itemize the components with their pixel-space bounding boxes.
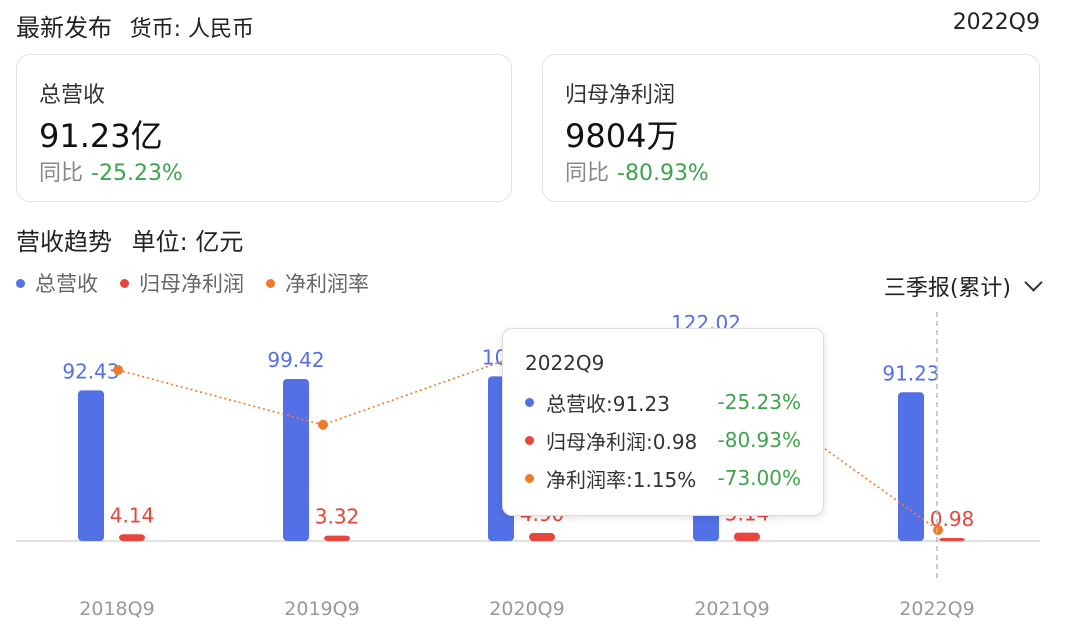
tooltip-net-profit-pct: -80.93% [717,428,801,452]
net-profit-card: 归母净利润 9804万 同比 -80.93% [542,54,1040,202]
report-period: 2022Q9 [952,10,1040,35]
revenue-yoy-value: -25.23% [91,161,183,186]
revenue-yoy-label: 同比 [39,161,84,186]
currency-label: 货币: 人民币 [129,17,255,42]
revenue-bar [898,392,924,541]
chevron-down-icon [1024,272,1043,292]
net-profit-bar [529,533,555,541]
net-profit-value: 9804万 [565,117,679,155]
revenue-yoy: 同比 -25.23% [39,155,183,187]
section-title: 营收趋势 单位: 亿元 [16,222,243,257]
section-title-text: 营收趋势 [16,228,112,256]
net-profit-yoy: 同比 -80.93% [565,155,709,187]
x-tick-label: 2022Q9 [899,598,974,620]
chart-tooltip: 2022Q9 总营收:91.23 -25.23% 归母净利润:0.98 -80.… [502,328,824,516]
net-profit-yoy-label: 同比 [565,161,610,186]
x-tick-label: 2021Q9 [694,598,769,620]
net-profit-yoy-value: -80.93% [617,161,709,186]
tooltip-row-revenue: 总营收:91.23 -25.23% [525,387,801,417]
net-profit-bar [324,535,350,541]
chart-legend: 总营收 归母净利润 净利润率 [16,268,369,298]
net-profit-label: 归母净利润 [565,83,676,108]
net-margin-point [318,419,328,430]
revenue-bar [78,390,104,541]
net-profit-bar [119,534,145,541]
net-margin-point [113,365,123,375]
revenue-label: 总营收 [39,83,106,108]
legend-label-net-margin: 净利润率 [285,272,369,296]
revenue-bar-label: 92.43 [62,359,119,383]
revenue-bar-label: 91.23 [882,361,939,385]
tooltip-title: 2022Q9 [525,351,605,375]
revenue-card: 总营收 91.23亿 同比 -25.23% [16,54,512,202]
revenue-bar-label: 99.42 [267,348,324,372]
x-tick-label: 2020Q9 [489,598,564,620]
tooltip-dot-net-margin [525,473,534,483]
x-tick-label: 2019Q9 [284,598,359,620]
report-type-label: 三季报(累计) [883,276,1011,301]
tooltip-revenue-pct: -25.23% [717,390,801,414]
tooltip-dot-revenue [525,397,534,407]
legend-dot-revenue [16,278,25,288]
legend-dot-net-margin [266,278,275,288]
tooltip-row-net-profit: 归母净利润:0.98 -80.93% [525,425,801,455]
revenue-bar [283,378,309,541]
net-margin-point [933,525,943,535]
tooltip-net-margin-label: 净利润率:1.15% [546,467,697,492]
revenue-value: 91.23亿 [39,117,163,155]
tooltip-revenue-label: 总营收:91.23 [546,391,670,416]
legend-item-net-profit[interactable]: 归母净利润 [120,268,244,298]
legend-dot-net-profit [120,278,129,288]
net-profit-bar-label: 4.14 [110,503,155,527]
legend-label-net-profit: 归母净利润 [139,272,244,296]
net-profit-bar-label: 3.32 [315,505,360,529]
header-title: 最新发布 货币: 人民币 [16,8,254,43]
legend-label-revenue: 总营收 [35,272,98,296]
legend-item-revenue[interactable]: 总营收 [16,268,98,298]
header-title-text: 最新发布 [16,14,112,42]
tooltip-dot-net-profit [525,435,534,445]
section-unit: 单位: 亿元 [131,228,244,256]
tooltip-row-net-margin: 净利润率:1.15% -73.00% [525,463,801,493]
x-tick-label: 2018Q9 [79,598,154,620]
tooltip-net-profit-label: 归母净利润:0.98 [546,429,698,454]
net-profit-bar [734,532,760,541]
tooltip-net-margin-pct: -73.00% [717,466,801,490]
net-profit-bar [939,538,965,541]
report-type-dropdown[interactable]: 三季报(累计) [883,270,1043,302]
legend-item-net-margin[interactable]: 净利润率 [266,268,369,298]
